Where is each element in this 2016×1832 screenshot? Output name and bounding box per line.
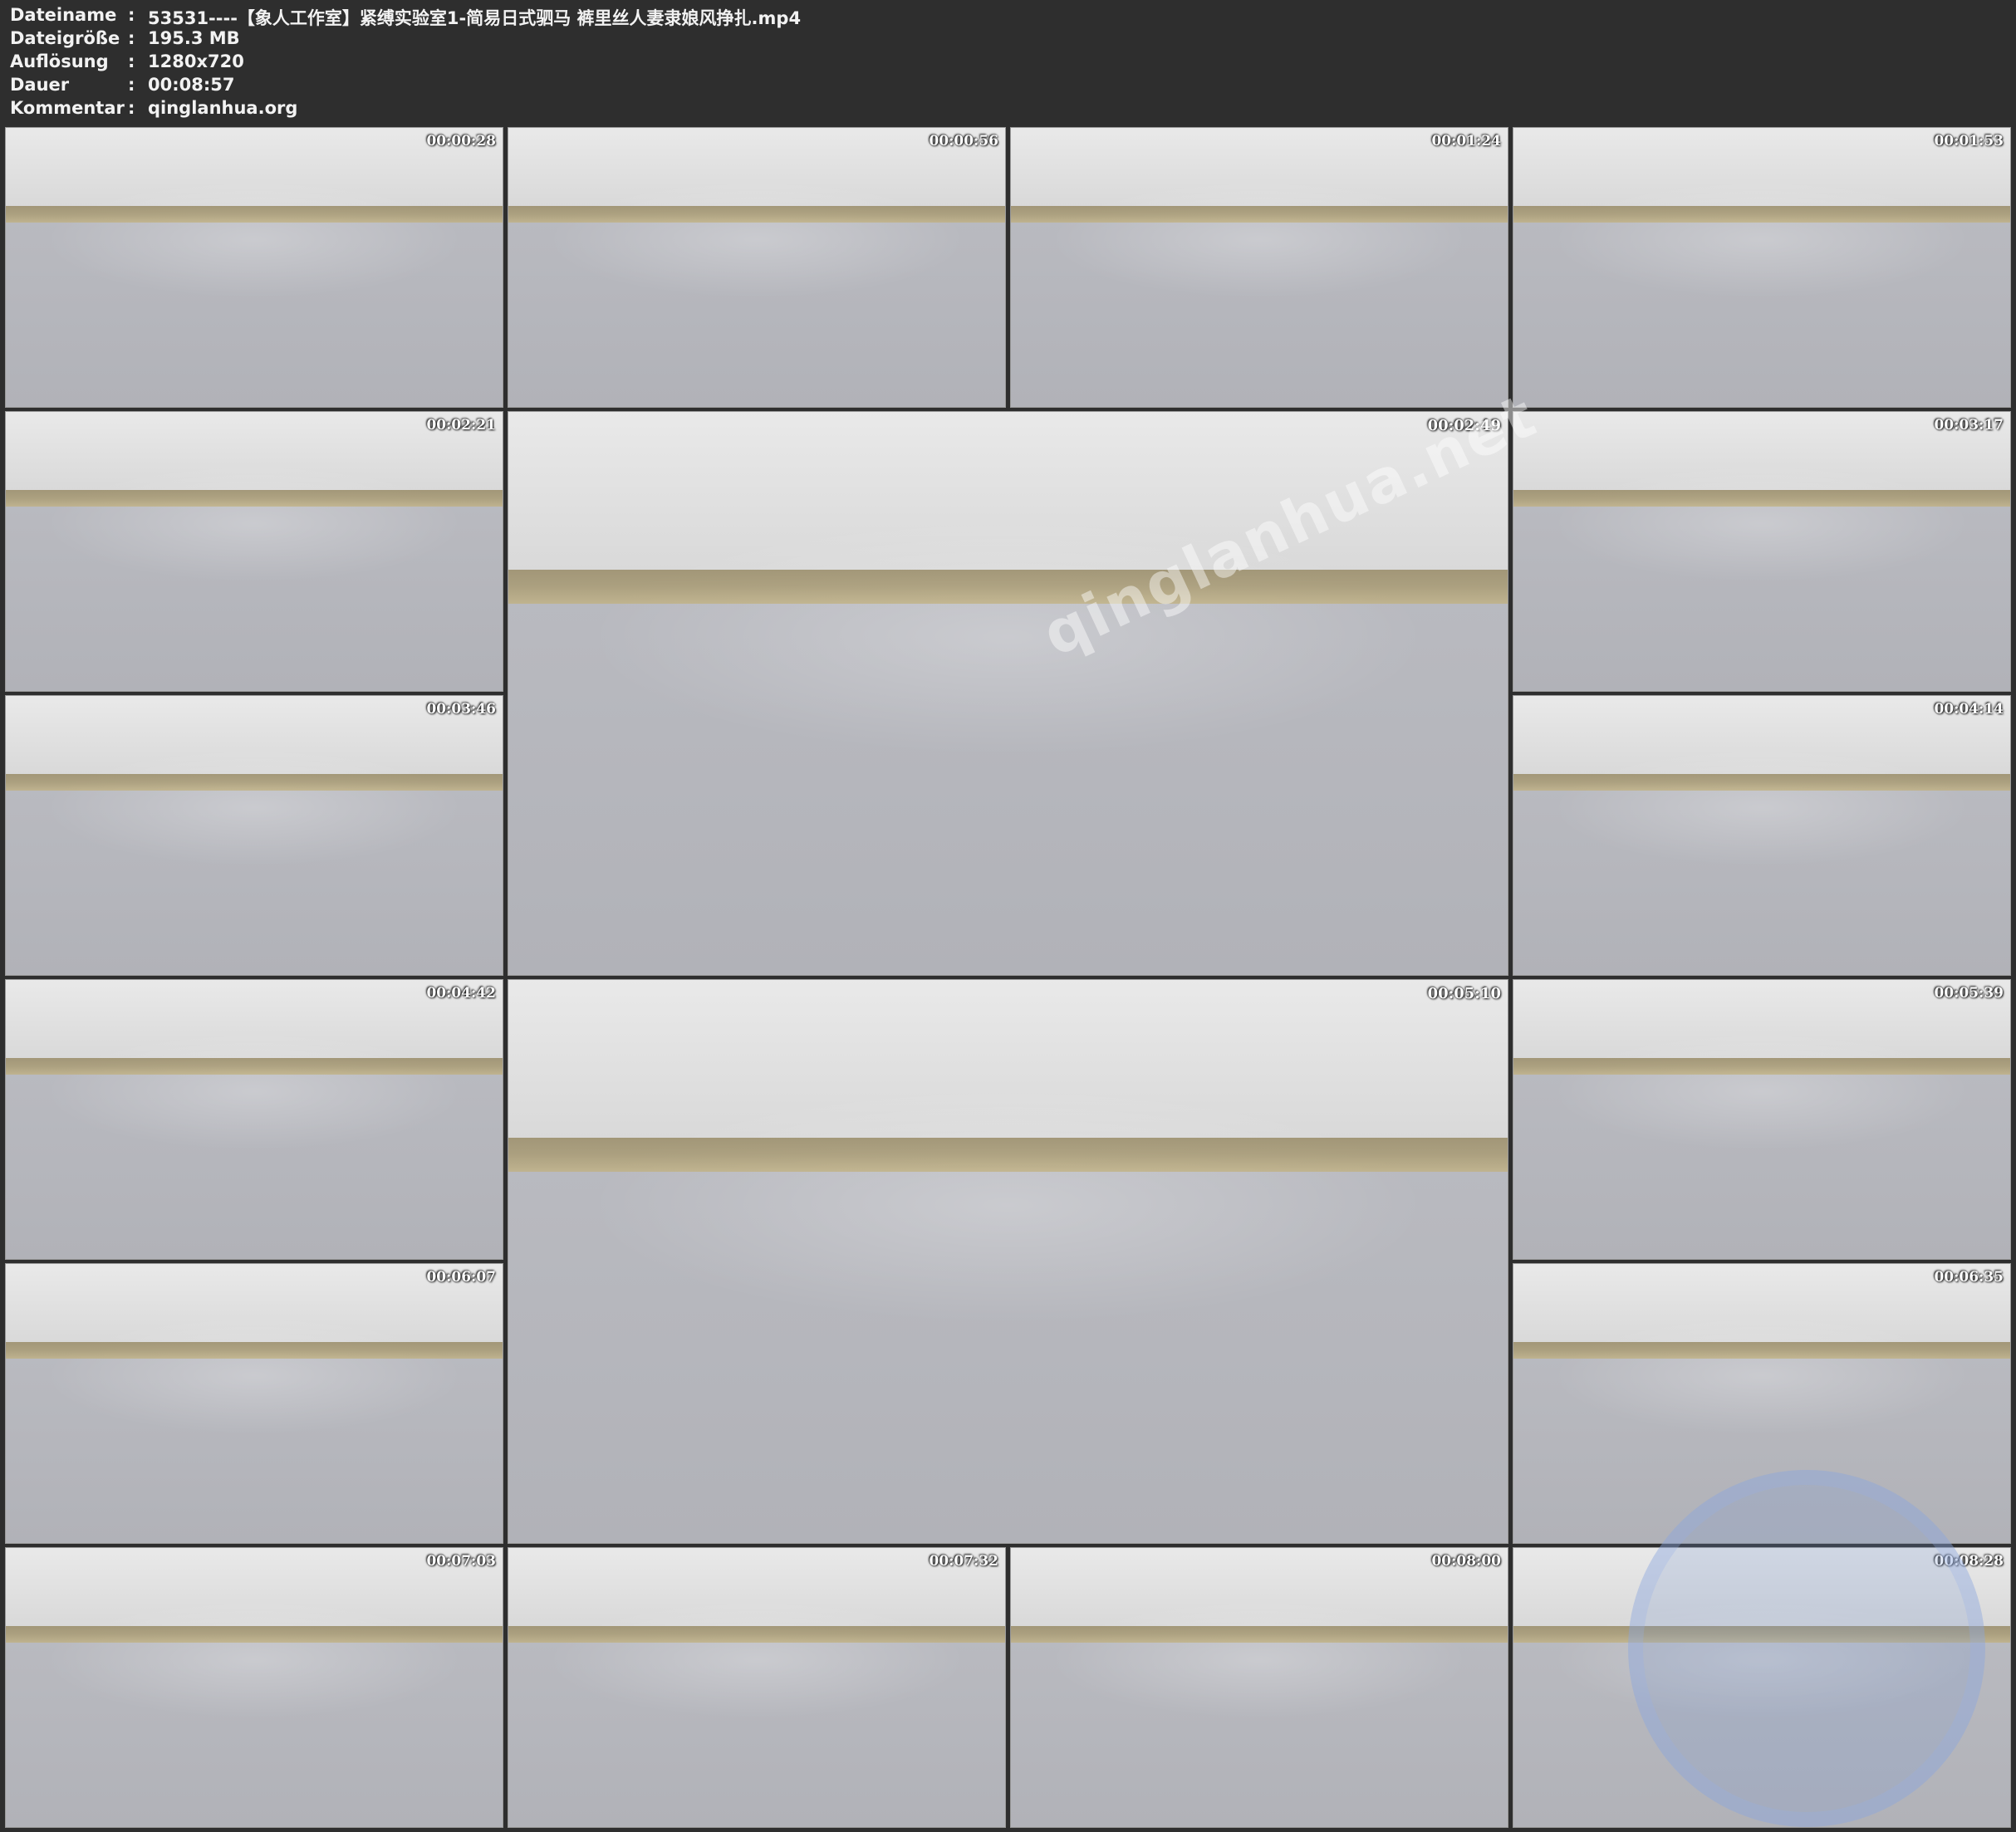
thumbnail-timestamp: 00:01:53 <box>1934 133 2004 149</box>
video-thumbnail[interactable]: 00:03:17 <box>1513 411 2011 692</box>
duration-value: 00:08:57 <box>148 75 235 95</box>
video-thumbnail[interactable]: 00:02:21 <box>5 411 503 692</box>
separator: : <box>128 98 135 118</box>
thumbnail-timestamp: 00:00:56 <box>929 133 998 149</box>
video-thumbnail-large[interactable]: 00:05:10 <box>508 979 1508 1544</box>
video-thumbnail[interactable]: 00:06:07 <box>5 1263 503 1544</box>
duration-label: Dauer <box>10 75 70 95</box>
video-thumbnail[interactable]: 00:00:28 <box>5 127 503 408</box>
video-thumbnail[interactable]: 00:01:24 <box>1010 127 1508 408</box>
separator: : <box>128 28 135 48</box>
comment-value: qinglanhua.org <box>148 98 298 118</box>
resolution-value: 1280x720 <box>148 51 244 71</box>
video-thumbnail[interactable]: 00:07:03 <box>5 1547 503 1828</box>
thumbnail-timestamp: 00:06:07 <box>426 1269 496 1286</box>
watermark-logo-icon <box>1628 1470 1985 1827</box>
file-size-label: Dateigröße <box>10 28 120 48</box>
video-thumbnail[interactable]: 00:03:46 <box>5 695 503 976</box>
separator: : <box>128 5 135 25</box>
file-size-value: 195.3 MB <box>148 28 240 48</box>
video-thumbnail[interactable]: 00:00:56 <box>508 127 1006 408</box>
thumbnail-timestamp: 00:08:00 <box>1431 1553 1501 1570</box>
thumbnail-timestamp: 00:07:32 <box>929 1553 998 1570</box>
thumbnail-timestamp: 00:02:21 <box>426 417 496 434</box>
file-info-header: Dateiname : 53531----【象人工作室】紧缚实验室1-简易日式驷… <box>0 0 2016 125</box>
thumbnail-timestamp: 00:03:46 <box>426 701 496 718</box>
thumbnail-timestamp: 00:06:35 <box>1934 1269 2004 1286</box>
video-thumbnail[interactable]: 00:04:42 <box>5 979 503 1260</box>
file-name-label: Dateiname <box>10 5 117 25</box>
video-thumbnail[interactable]: 00:05:39 <box>1513 979 2011 1260</box>
thumbnail-timestamp: 00:05:39 <box>1934 985 2004 1002</box>
file-name-value: 53531----【象人工作室】紧缚实验室1-简易日式驷马 裤里丝人妻隶娘风挣扎… <box>148 8 802 28</box>
thumbnail-timestamp: 00:04:14 <box>1934 701 2004 718</box>
resolution-label: Auflösung <box>10 51 109 71</box>
thumbnail-timestamp: 00:07:03 <box>426 1553 496 1570</box>
video-thumbnail[interactable]: 00:01:53 <box>1513 127 2011 408</box>
thumbnail-timestamp: 00:03:17 <box>1934 417 2004 434</box>
video-thumbnail[interactable]: 00:07:32 <box>508 1547 1006 1828</box>
thumbnail-timestamp: 00:04:42 <box>426 985 496 1002</box>
comment-label: Kommentar <box>10 98 125 118</box>
separator: : <box>128 51 135 71</box>
video-thumbnail[interactable]: 00:04:14 <box>1513 695 2011 976</box>
video-thumbnail[interactable]: 00:08:00 <box>1010 1547 1508 1828</box>
thumbnail-timestamp: 00:05:10 <box>1427 985 1501 1002</box>
thumbnail-timestamp: 00:00:28 <box>426 133 496 149</box>
thumbnail-timestamp: 00:01:24 <box>1431 133 1501 149</box>
separator: : <box>128 75 135 95</box>
